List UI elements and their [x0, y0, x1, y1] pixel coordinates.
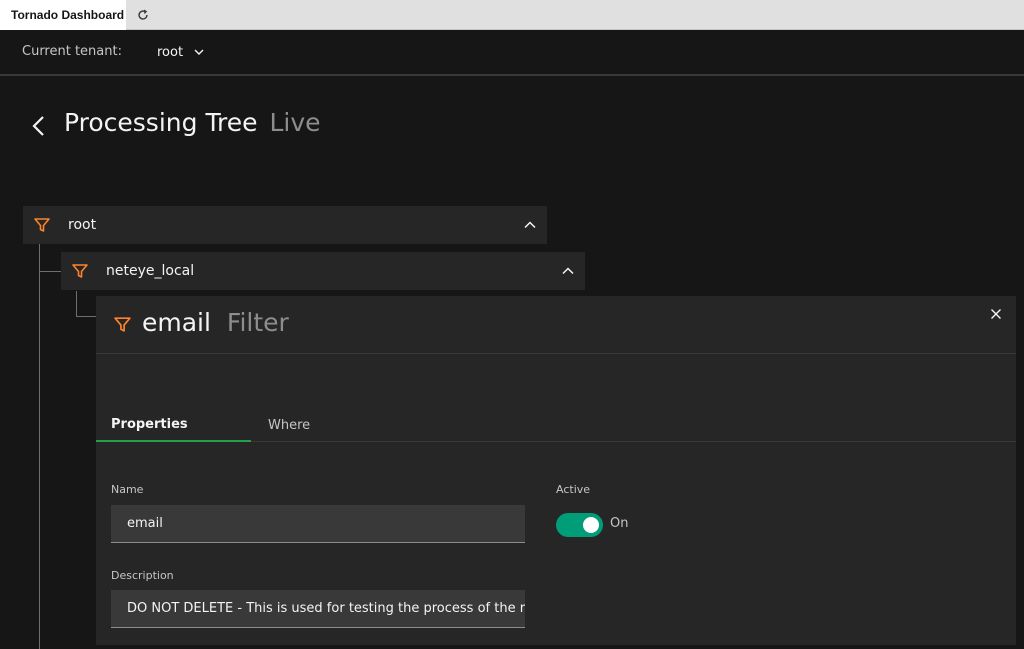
page-subtitle: Live — [269, 108, 321, 137]
tab-properties[interactable]: Properties — [96, 409, 251, 442]
description-label: Description — [111, 569, 174, 582]
reload-icon[interactable] — [136, 8, 150, 22]
page-title-text: Processing Tree — [64, 108, 258, 137]
close-icon[interactable] — [990, 308, 1002, 320]
tree-node-label: root — [68, 217, 97, 233]
chevron-down-icon — [194, 49, 204, 55]
filter-detail-panel: email Filter Properties Where Name email… — [96, 296, 1016, 645]
tree-connector — [39, 271, 61, 272]
tree-connector — [76, 316, 96, 317]
page-title: Processing Tree Live — [64, 108, 321, 137]
browser-tab-title: Tornado Dashboard — [11, 8, 125, 22]
active-toggle[interactable] — [556, 513, 603, 537]
tenant-label: Current tenant: — [22, 44, 122, 59]
toggle-knob — [583, 517, 599, 533]
active-state-text: On — [610, 516, 629, 531]
tree-node-root[interactable]: root — [23, 206, 547, 244]
tenant-value: root — [157, 44, 184, 60]
name-label: Name — [111, 483, 144, 496]
filter-icon — [34, 218, 50, 232]
tab-where[interactable]: Where — [253, 409, 408, 442]
panel-title-text: email — [142, 308, 211, 337]
panel-tabs: Properties Where — [96, 409, 1016, 442]
panel-type: Filter — [226, 308, 289, 337]
tree-connector — [39, 232, 40, 649]
back-arrow-icon[interactable] — [30, 114, 48, 138]
chevron-up-icon[interactable] — [561, 264, 575, 278]
panel-title: email Filter — [142, 308, 289, 337]
browser-tab[interactable]: Tornado Dashboard — [0, 0, 126, 30]
tenant-bar: Current tenant: root — [0, 30, 1024, 76]
name-input[interactable]: email — [111, 505, 525, 543]
panel-header: email Filter — [96, 296, 1016, 354]
filter-icon — [72, 264, 88, 278]
active-label: Active — [556, 483, 591, 496]
tenant-dropdown[interactable]: root — [150, 36, 218, 68]
filter-icon — [114, 317, 131, 332]
chevron-up-icon[interactable] — [523, 218, 537, 232]
tree-connector — [76, 291, 77, 316]
description-input[interactable]: DO NOT DELETE - This is used for testing… — [111, 590, 525, 628]
tree-node-neteye-local[interactable]: neteye_local — [61, 252, 585, 290]
tree-node-label: neteye_local — [106, 263, 195, 279]
browser-tab-bar: Tornado Dashboard — [0, 0, 1024, 30]
